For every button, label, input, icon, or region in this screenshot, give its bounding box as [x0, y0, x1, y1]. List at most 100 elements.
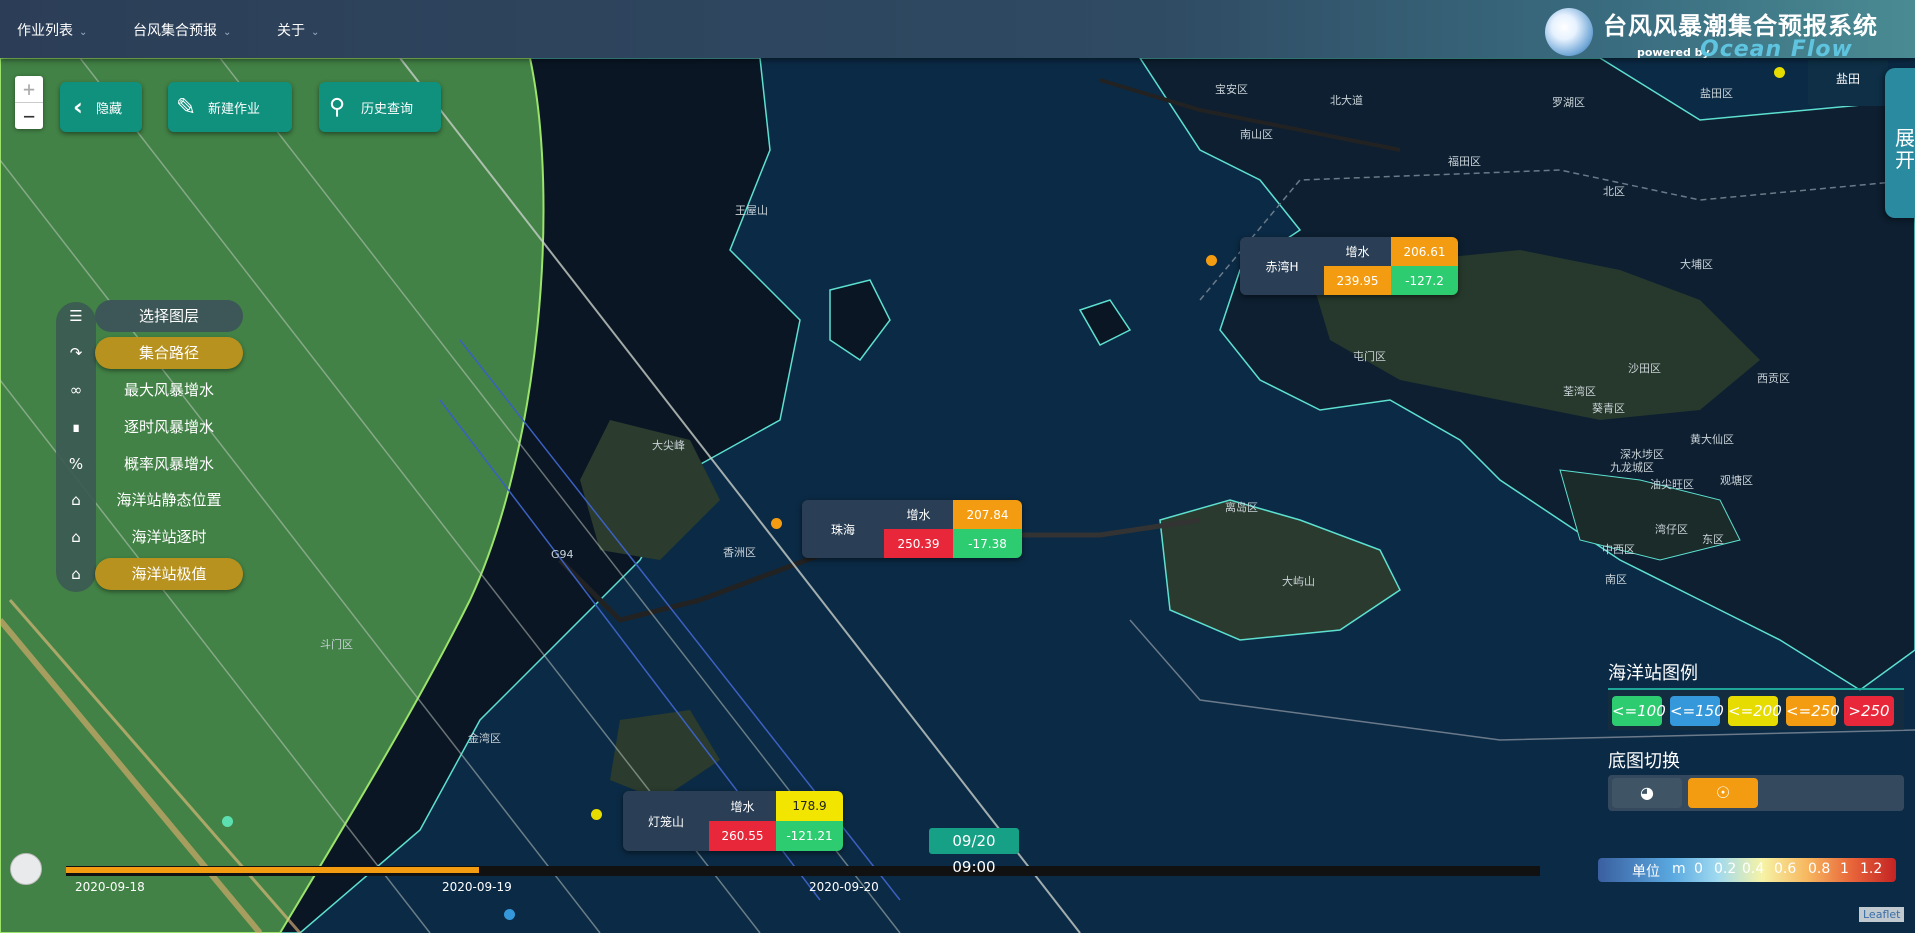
map-label: 北大道 — [1330, 93, 1363, 107]
map-label: 大埔区 — [1680, 257, 1713, 271]
station-marker[interactable] — [504, 909, 515, 920]
station-surge-label: 增水 — [884, 500, 953, 529]
scale-tick: 0.8 — [1808, 861, 1831, 877]
map-label: 离岛区 — [1225, 500, 1258, 514]
station-value: 260.55 — [709, 821, 776, 851]
layer-label: 集合路径 — [95, 337, 243, 369]
edit-icon: ✎ — [175, 93, 197, 121]
layer-ensemble-track[interactable]: ↷ 集合路径 — [60, 337, 243, 369]
map-label: 观塘区 — [1720, 473, 1753, 487]
station-popup-zhuhai[interactable]: 珠海 增水 207.84 250.39 -17.38 — [802, 500, 1022, 558]
layer-label: 选择图层 — [95, 300, 243, 332]
map-label: 荃湾区 — [1563, 384, 1596, 398]
chevron-down-icon: ⌄ — [79, 27, 88, 38]
station-marker[interactable] — [222, 816, 233, 827]
scale-tick: 1.2 — [1860, 861, 1883, 877]
station-surge-label: 增水 — [1324, 237, 1391, 266]
station-marker[interactable] — [1206, 255, 1217, 266]
basemap-globe-button[interactable]: ☉ — [1688, 778, 1758, 808]
zoom-in-button[interactable]: + — [15, 76, 43, 103]
surge-color-scale: 单位 m 0 0.2 0.4 0.6 0.8 1 1.2 — [1598, 858, 1896, 882]
station-value: 239.95 — [1324, 266, 1391, 295]
timeline-progress — [66, 867, 479, 873]
layer-station-hourly[interactable]: ⌂ 海洋站逐时 — [60, 521, 243, 553]
unit-value: m — [1672, 861, 1686, 877]
hide-button-label: 隐藏 — [96, 101, 123, 117]
layer-probability-surge[interactable]: % 概率风暴增水 — [60, 448, 243, 480]
map-label: 油尖旺区 — [1650, 477, 1694, 491]
map-corner-label: 盐田 — [1836, 72, 1861, 86]
station-legend-title: 海洋站图例 — [1608, 663, 1698, 684]
legend-chip: <=100 — [1612, 696, 1666, 726]
map-label: 深水埗区 — [1620, 447, 1664, 461]
station-marker[interactable] — [591, 809, 602, 820]
top-navbar: 作业列表 ⌄ 台风集合预报 ⌄ 关于 ⌄ 台风风暴潮集合预报系统 powered by… — [0, 0, 1915, 62]
station-value: 250.39 — [884, 529, 953, 558]
map-label: G94 — [551, 548, 574, 561]
history-query-button[interactable]: ⚲ 历史查询 — [319, 82, 441, 132]
layer-hourly-surge[interactable]: ∎ 逐时风暴增水 — [60, 411, 243, 443]
layer-max-surge[interactable]: ∞ 最大风暴增水 — [60, 374, 243, 406]
map-label: 香洲区 — [723, 546, 756, 559]
map-label: 王屋山 — [735, 204, 768, 217]
brand-ocean-flow: Ocean Flow — [1700, 37, 1853, 62]
play-button[interactable] — [10, 853, 42, 885]
hide-button[interactable]: ‹ 隐藏 — [60, 82, 142, 132]
new-job-button[interactable]: ✎ 新建作业 — [168, 82, 292, 132]
current-time-badge: 09/20 09:00 — [929, 828, 1019, 876]
station-popup-chiwan[interactable]: 赤湾H 增水 206.61 239.95 -127.2 — [1240, 237, 1458, 295]
layer-select-layer[interactable]: ☰ 选择图层 — [60, 300, 243, 332]
logo-icon — [1545, 8, 1593, 56]
home-icon: ⌂ — [71, 528, 81, 546]
map-label: 金湾区 — [468, 731, 501, 745]
globe-icon: ☉ — [1715, 783, 1731, 802]
scale-tick: 1 — [1840, 861, 1849, 877]
scale-tick: 0.4 — [1742, 861, 1765, 877]
timeline-track[interactable] — [66, 866, 1540, 876]
station-value: 207.84 — [953, 500, 1022, 529]
app-root: 宝安区 南山区 福田区 罗湖区 盐田区 北区 大埔区 屯门区 荃湾区 沙田区 西… — [0, 0, 1915, 933]
zoom-control: + − — [15, 76, 43, 129]
map-label: 九龙城区 — [1610, 461, 1654, 474]
layer-label: 海洋站静态位置 — [116, 491, 222, 509]
map-label: 东区 — [1702, 533, 1724, 546]
map-label: 黄大仙区 — [1690, 432, 1734, 446]
station-value: 206.61 — [1391, 237, 1458, 266]
station-value: -121.21 — [776, 821, 843, 851]
map-label: 中西区 — [1602, 543, 1635, 556]
map-label: 湾仔区 — [1655, 522, 1688, 536]
timeline-date: 2020-09-20 — [809, 880, 879, 894]
station-value: -17.38 — [953, 529, 1022, 558]
chevron-down-icon: ⌄ — [223, 27, 232, 38]
chevron-left-icon: ‹ — [73, 93, 83, 121]
station-name: 赤湾H — [1240, 237, 1324, 295]
zoom-out-button[interactable]: − — [15, 103, 43, 129]
menu-about[interactable]: 关于 ⌄ — [277, 20, 319, 40]
step-icon: ∎ — [71, 418, 81, 436]
basemap-dark-button[interactable]: ◕ — [1612, 778, 1682, 808]
expand-panel-button[interactable]: 展 开 — [1885, 68, 1915, 218]
station-value: 178.9 — [776, 791, 843, 821]
layer-station-static[interactable]: ⌂ 海洋站静态位置 — [60, 484, 243, 516]
home-icon: ⌂ — [71, 565, 81, 583]
map-label: 南山区 — [1240, 128, 1273, 141]
layer-label: 海洋站逐时 — [131, 528, 207, 546]
layer-label: 概率风暴增水 — [123, 455, 214, 473]
scale-tick: 0 — [1694, 861, 1703, 877]
station-marker[interactable] — [1774, 67, 1785, 78]
station-popup-denglongshan[interactable]: 灯笼山 增水 178.9 260.55 -121.21 — [623, 791, 843, 851]
legend-chip: <=200 — [1728, 696, 1782, 726]
menu-job-list[interactable]: 作业列表 ⌄ — [17, 20, 87, 40]
layer-label: 海洋站极值 — [95, 558, 243, 590]
list-icon: ☰ — [69, 307, 83, 325]
layer-station-extreme[interactable]: ⌂ 海洋站极值 — [60, 558, 243, 590]
station-value: -127.2 — [1391, 266, 1458, 295]
menu-typhoon-forecast[interactable]: 台风集合预报 ⌄ — [133, 20, 231, 40]
timeline-date: 2020-09-18 — [75, 880, 145, 894]
station-marker[interactable] — [771, 518, 782, 529]
leaflet-attribution[interactable]: Leaflet — [1859, 907, 1905, 922]
legend-chip: >250 — [1844, 696, 1894, 726]
map-label: 沙田区 — [1628, 362, 1661, 375]
search-icon: ⚲ — [328, 94, 346, 120]
map-corner-tab: 盐田 — [1808, 60, 1888, 106]
